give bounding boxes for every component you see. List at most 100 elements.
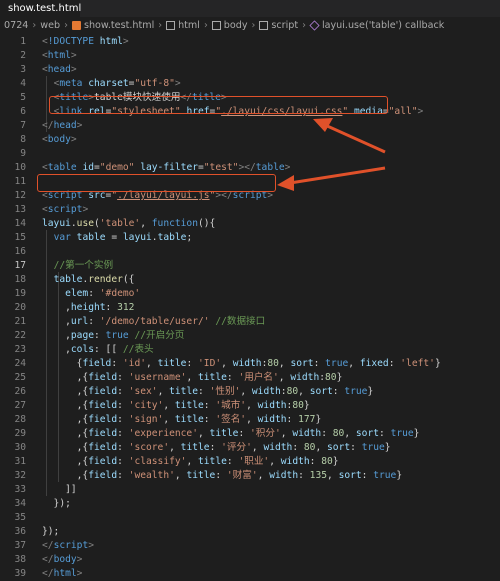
code-token: script bbox=[47, 204, 83, 215]
code-token: : bbox=[215, 470, 227, 481]
code-token: > bbox=[417, 106, 424, 117]
code-line[interactable]: 13 <script> bbox=[0, 203, 500, 217]
code-line[interactable]: 26 ,{field: 'sex', title: '性别', width: 80… bbox=[0, 385, 500, 399]
code-line[interactable]: 3 <head> bbox=[0, 63, 500, 77]
code-line[interactable]: 15 var table = layui.table; bbox=[0, 231, 500, 245]
code-text: ,{field: 'username', title: '用户名', width… bbox=[42, 371, 343, 385]
code-line[interactable]: 24 {field: 'id', title: 'ID', width: 80, … bbox=[0, 357, 500, 371]
code-token: </ bbox=[42, 554, 54, 565]
code-line[interactable]: 7 </head> bbox=[0, 119, 500, 133]
code-line[interactable]: 2 <html> bbox=[0, 49, 500, 63]
code-text: <body> bbox=[42, 133, 77, 147]
code-token: , bbox=[344, 428, 356, 439]
code-token: layui bbox=[122, 232, 152, 243]
line-number: 8 bbox=[20, 134, 26, 145]
breadcrumb-item-0724[interactable]: 0724 › bbox=[4, 20, 36, 31]
code-token: , bbox=[197, 428, 210, 439]
code-token: , bbox=[42, 302, 71, 313]
breadcrumb-item-file[interactable]: show.test.html › bbox=[71, 20, 163, 31]
code-line[interactable]: 16 bbox=[0, 245, 500, 259]
code-text: ,{field: 'sign', title: '签名', width: 177… bbox=[42, 413, 322, 427]
code-token: : bbox=[203, 400, 216, 411]
code-line[interactable]: 25 ,{field: 'username', title: '用户名', wi… bbox=[0, 371, 500, 385]
code-token: 80 bbox=[332, 428, 345, 439]
code-line[interactable]: 28 ,{field: 'sign', title: '签名', width: … bbox=[0, 413, 500, 427]
chevron-right-icon: › bbox=[302, 20, 306, 31]
code-line[interactable]: 35 bbox=[0, 511, 500, 525]
code-token: , bbox=[42, 330, 71, 341]
tab-label: show.test.html bbox=[8, 3, 82, 14]
breadcrumb-item-html[interactable]: html › bbox=[166, 20, 208, 31]
code-token: 135 bbox=[309, 470, 327, 481]
line-number: 18 bbox=[14, 274, 26, 285]
code-line[interactable]: 38 </body> bbox=[0, 553, 500, 567]
breadcrumb-item-script[interactable]: script › bbox=[259, 20, 306, 31]
code-text: <!DOCTYPE html> bbox=[42, 35, 129, 49]
code-line[interactable]: 21 ,url: '/demo/table/user/' //数据接口 bbox=[0, 315, 500, 329]
code-line[interactable]: 34 }); bbox=[0, 497, 500, 511]
code-token: 'experience' bbox=[128, 428, 198, 439]
code-token: ; bbox=[186, 232, 193, 243]
code-token: width bbox=[292, 428, 322, 439]
code-token: : bbox=[350, 442, 362, 453]
code-line[interactable]: 37 </script> bbox=[0, 539, 500, 553]
code-line[interactable]: 20 ,height: 312 bbox=[0, 301, 500, 315]
breadcrumb-item-callback[interactable]: layui.use('table') callback bbox=[309, 20, 444, 31]
code-line[interactable]: 39 </html> bbox=[0, 567, 500, 581]
code-token: : bbox=[198, 386, 210, 397]
code-token: : bbox=[309, 456, 322, 467]
line-number: 22 bbox=[14, 330, 26, 341]
code-token: sort bbox=[338, 470, 362, 481]
code-line[interactable]: 29 ,{field: 'experience', title: '积分', w… bbox=[0, 427, 500, 441]
code-line[interactable]: 17 //第一个实例 bbox=[0, 259, 500, 273]
tag-icon bbox=[166, 21, 176, 30]
code-line[interactable]: 30 ,{field: 'score', title: '评分', width:… bbox=[0, 441, 500, 455]
cube-icon bbox=[309, 20, 320, 31]
code-line[interactable]: 19 elem: '#demo' bbox=[0, 287, 500, 301]
breadcrumb-item-body[interactable]: body › bbox=[211, 20, 255, 31]
code-line[interactable]: 8 <body> bbox=[0, 133, 500, 147]
code-line[interactable]: 18 table.render({ bbox=[0, 273, 500, 287]
code-line[interactable]: 36}); bbox=[0, 525, 500, 539]
code-line[interactable]: 23 ,cols: [[ //表头 bbox=[0, 343, 500, 357]
code-token: </ bbox=[42, 120, 54, 131]
code-token: : bbox=[292, 442, 304, 453]
code-token: table bbox=[157, 232, 187, 243]
breadcrumb-item-web[interactable]: web › bbox=[40, 20, 68, 31]
code-token: : bbox=[88, 288, 100, 299]
code-line[interactable]: 9 bbox=[0, 147, 500, 161]
code-text: ,{field: 'sex', title: '性别', width: 80, s… bbox=[42, 385, 374, 399]
code-text: <script> bbox=[42, 203, 88, 217]
code-text: layui.use('table', function(){ bbox=[42, 217, 215, 231]
code-token: '/demo/table/user/' bbox=[99, 316, 210, 327]
code-token: html bbox=[53, 568, 77, 579]
code-token: head bbox=[47, 64, 71, 75]
code-text: <table id="demo" lay-filter="test"></tab… bbox=[42, 161, 290, 175]
code-line[interactable]: 10 <table id="demo" lay-filter="test"></t… bbox=[0, 161, 500, 175]
code-line[interactable]: 33 ]] bbox=[0, 483, 500, 497]
highlight-box-script-src bbox=[37, 174, 276, 192]
code-token: : bbox=[105, 302, 118, 313]
code-token: title bbox=[209, 428, 239, 439]
code-token: , bbox=[251, 442, 264, 453]
chevron-right-icon: › bbox=[158, 20, 163, 31]
code-token: : bbox=[117, 456, 129, 467]
code-token: , bbox=[42, 344, 71, 355]
tab-show-test-html[interactable]: show.test.html bbox=[0, 0, 81, 17]
code-token: sort bbox=[355, 428, 379, 439]
code-line[interactable]: 14 layui.use('table', function(){ bbox=[0, 217, 500, 231]
code-token: page bbox=[70, 330, 94, 341]
code-token: body bbox=[47, 134, 71, 145]
code-token: title bbox=[198, 372, 227, 383]
code-line[interactable]: 31 ,{field: 'classify', title: '职业', wid… bbox=[0, 455, 500, 469]
code-line[interactable]: 27 ,{field: 'city', title: '城市', width:8… bbox=[0, 399, 500, 413]
code-token: charset bbox=[88, 78, 129, 89]
code-line[interactable]: 22 ,page: true //开启分页 bbox=[0, 329, 500, 343]
code-line[interactable]: 32 ,{field: 'wealth', title: '财富', width… bbox=[0, 469, 500, 483]
line-number: 11 bbox=[14, 176, 26, 187]
code-line[interactable]: 1 <!DOCTYPE html> bbox=[0, 35, 500, 49]
code-line[interactable]: 4 <meta charset="utf-8"> bbox=[0, 77, 500, 91]
code-token: : bbox=[111, 358, 123, 369]
code-token: 'id' bbox=[122, 358, 146, 369]
code-token: > bbox=[70, 50, 77, 61]
